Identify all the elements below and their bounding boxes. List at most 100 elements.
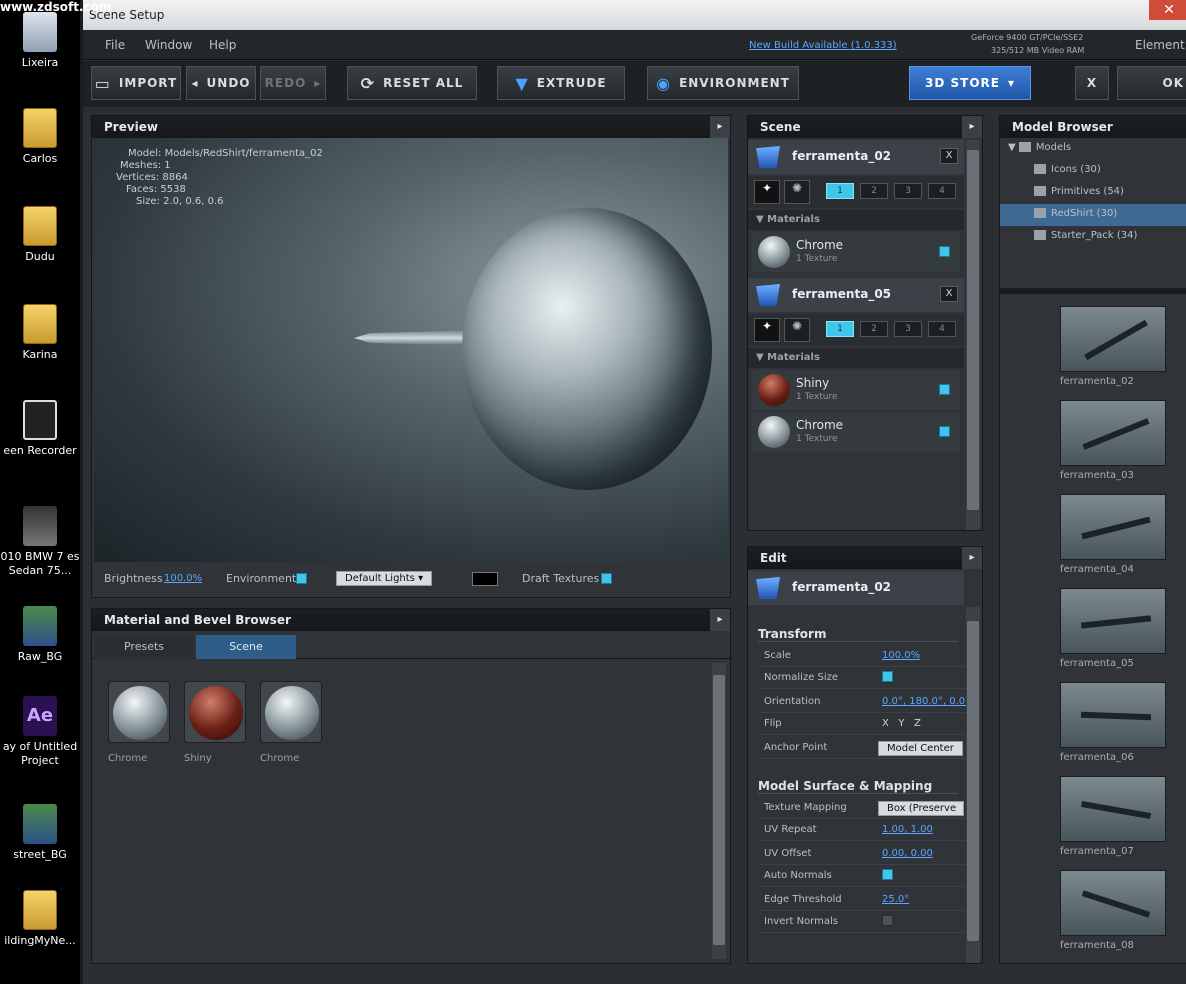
desktop-icon[interactable]: Dudu <box>0 206 80 264</box>
scene-object-row[interactable]: ferramenta_02 X <box>748 140 964 174</box>
slot-3[interactable]: 3 <box>894 183 922 199</box>
desktop-icon[interactable]: ildingMyNe... <box>0 890 80 948</box>
desktop-icon[interactable]: Ae ay of Untitled Project <box>0 696 80 768</box>
environment-button[interactable]: ◉ ENVIRONMENT <box>647 66 799 100</box>
invert-normals-checkbox[interactable] <box>882 915 893 926</box>
material-checkbox[interactable] <box>939 426 950 437</box>
after-effects-icon: Ae <box>23 696 57 736</box>
panel-menu-arrow[interactable]: ▸ <box>710 609 730 631</box>
desktop-icon[interactable]: Lixeira <box>0 12 80 70</box>
gear-tool-icon[interactable]: ✺ <box>784 318 810 342</box>
import-button[interactable]: ▭ IMPORT <box>91 66 181 100</box>
material-sphere <box>758 236 790 268</box>
material-item[interactable]: Chrome 1 Texture <box>752 412 960 452</box>
scrollbar-thumb[interactable] <box>713 675 725 945</box>
background-color-swatch[interactable] <box>472 572 498 586</box>
environment-checkbox[interactable] <box>296 573 307 584</box>
scene-scrollbar[interactable] <box>966 140 980 530</box>
desktop-icon-label: ay of Untitled Project <box>2 740 78 767</box>
scene-object-row[interactable]: ferramenta_05 X <box>748 278 964 312</box>
slot-1[interactable]: 1 <box>826 321 854 337</box>
desktop-icon[interactable]: Karina <box>0 304 80 362</box>
tree-item-starter-pack[interactable]: Starter_Pack (34) <box>1034 230 1137 241</box>
close-window-button[interactable]: ✕ <box>1149 0 1186 20</box>
texture-mapping-dropdown[interactable]: Box (Preserve <box>878 801 964 816</box>
new-build-link[interactable]: New Build Available (1.0.333) <box>749 40 897 51</box>
material-item[interactable]: Shiny 1 Texture <box>752 370 960 410</box>
slot-3[interactable]: 3 <box>894 321 922 337</box>
folder-icon <box>23 890 57 930</box>
gear-tool-icon[interactable]: ✺ <box>784 180 810 204</box>
remove-object-button[interactable]: X <box>940 148 958 164</box>
model-thumbnail[interactable] <box>1060 494 1166 560</box>
uv-offset-value[interactable]: 0.00, 0.00 <box>882 848 933 859</box>
materials-header[interactable]: ▼ Materials <box>748 210 964 230</box>
tree-item-redshirt[interactable]: RedShirt (30) <box>1000 204 1186 226</box>
lights-dropdown[interactable]: Default Lights ▾ <box>336 571 433 586</box>
scale-value[interactable]: 100.0% <box>882 650 920 661</box>
tree-item-models[interactable]: ▼ Models <box>1008 142 1071 153</box>
auto-normals-row: Auto Normals <box>758 865 968 887</box>
model-thumbnail[interactable] <box>1060 400 1166 466</box>
scrollbar-thumb[interactable] <box>967 621 979 941</box>
light-tool-icon[interactable]: ✦ <box>754 318 780 342</box>
undo-button[interactable]: ◂ UNDO <box>186 66 256 100</box>
orientation-value[interactable]: 0.0°, 180.0°, 0.0° <box>882 696 968 707</box>
cancel-x-button[interactable]: X <box>1075 66 1109 100</box>
edge-threshold-value[interactable]: 25.0° <box>882 894 909 905</box>
normalize-checkbox[interactable] <box>882 671 893 682</box>
material-thumb-chrome[interactable] <box>108 681 170 743</box>
material-thumb-shiny[interactable] <box>184 681 246 743</box>
tree-divider[interactable] <box>1000 288 1186 294</box>
material-browser-scrollbar[interactable] <box>712 663 726 959</box>
edit-scrollbar[interactable] <box>966 607 980 963</box>
desktop-icon[interactable]: Carlos <box>0 108 80 166</box>
menu-file[interactable]: File <box>105 38 125 52</box>
model-thumbnail[interactable] <box>1060 306 1166 372</box>
flip-axes[interactable]: X Y Z <box>882 718 921 729</box>
desktop-icon[interactable]: street_BG <box>0 804 80 862</box>
desktop-icon[interactable]: een Recorder <box>0 400 80 458</box>
material-item[interactable]: Chrome 1 Texture <box>752 232 960 272</box>
ok-button[interactable]: OK <box>1117 66 1186 100</box>
redo-button[interactable]: REDO ▸ <box>260 66 326 100</box>
uv-repeat-value[interactable]: 1.00, 1.00 <box>882 824 933 835</box>
menu-window[interactable]: Window <box>145 38 192 52</box>
slot-1[interactable]: 1 <box>826 183 854 199</box>
model-thumbnail[interactable] <box>1060 588 1166 654</box>
model-thumbnail[interactable] <box>1060 776 1166 842</box>
anchor-dropdown[interactable]: Model Center <box>878 741 963 756</box>
panel-menu-arrow[interactable]: ▸ <box>962 116 982 138</box>
material-thumb-chrome-2[interactable] <box>260 681 322 743</box>
panel-menu-arrow[interactable]: ▸ <box>962 547 982 569</box>
materials-header[interactable]: ▼ Materials <box>748 348 964 368</box>
scrollbar-thumb[interactable] <box>967 150 979 510</box>
3d-viewport[interactable]: Model: Models/RedShirt/ferramenta_02 Mes… <box>94 138 728 562</box>
slot-4[interactable]: 4 <box>928 321 956 337</box>
slot-2[interactable]: 2 <box>860 321 888 337</box>
material-checkbox[interactable] <box>939 246 950 257</box>
tab-scene[interactable]: Scene <box>196 635 296 659</box>
light-tool-icon[interactable]: ✦ <box>754 180 780 204</box>
slot-2[interactable]: 2 <box>860 183 888 199</box>
remove-object-button[interactable]: X <box>940 286 958 302</box>
tree-item-primitives[interactable]: Primitives (54) <box>1034 186 1124 197</box>
auto-normals-checkbox[interactable] <box>882 869 893 880</box>
model-thumbnail[interactable] <box>1060 682 1166 748</box>
video-file-icon <box>23 804 57 844</box>
menu-help[interactable]: Help <box>209 38 236 52</box>
tab-presets[interactable]: Presets <box>94 635 194 659</box>
reset-all-button[interactable]: ⟳ RESET ALL <box>347 66 477 100</box>
material-checkbox[interactable] <box>939 384 950 395</box>
panel-menu-arrow[interactable]: ▸ <box>710 116 730 138</box>
desktop-icon-label: een Recorder <box>3 444 77 457</box>
slot-4[interactable]: 4 <box>928 183 956 199</box>
extrude-button[interactable]: ▼ EXTRUDE <box>497 66 625 100</box>
3d-store-button[interactable]: 3D STORE ▾ <box>909 66 1031 100</box>
brightness-value[interactable]: 100.0% <box>164 573 202 584</box>
tree-item-icons[interactable]: Icons (30) <box>1034 164 1101 175</box>
model-thumbnail[interactable] <box>1060 870 1166 936</box>
draft-textures-checkbox[interactable] <box>601 573 612 584</box>
desktop-icon[interactable]: 010 BMW 7 es Sedan 75... <box>0 506 80 578</box>
desktop-icon[interactable]: Raw_BG <box>0 606 80 664</box>
